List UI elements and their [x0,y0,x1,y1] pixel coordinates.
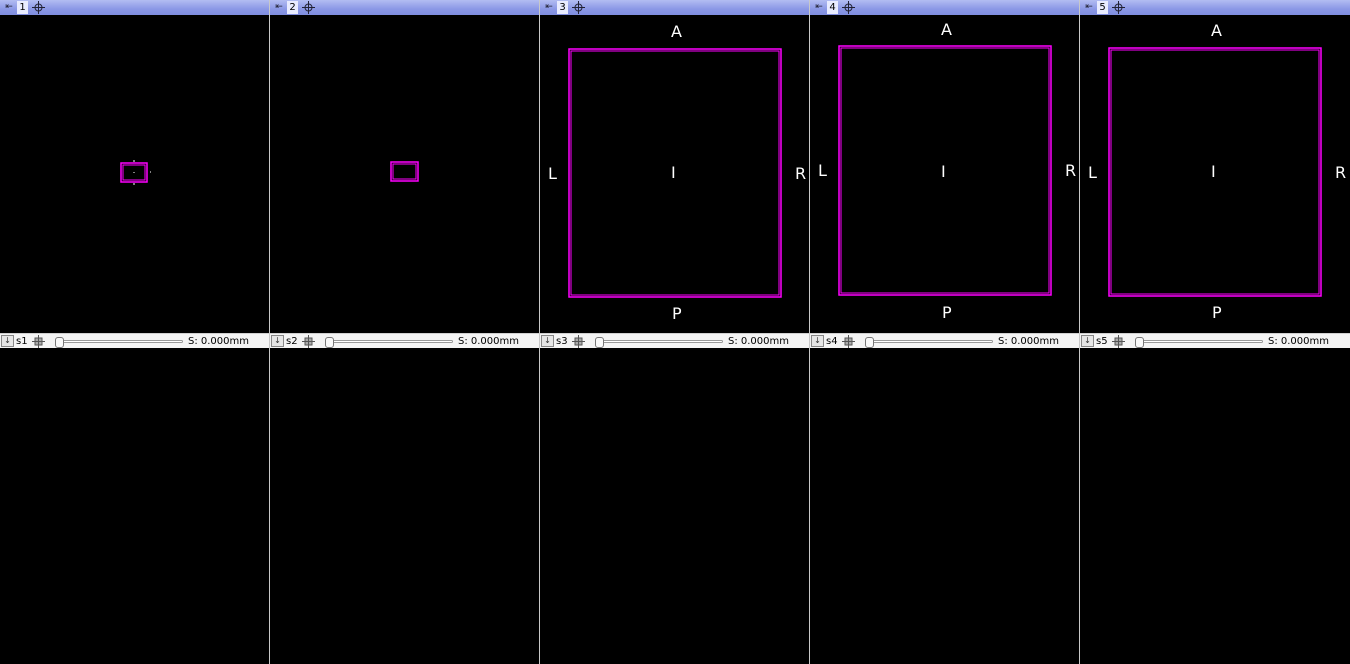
volume-outline [390,161,419,182]
crosshair-icon[interactable] [1112,1,1125,14]
panel-titlebar: ⇤ 2 [270,0,539,15]
slice-controller: ↓ s1 S: 0.000mm [0,333,269,348]
panel-titlebar: ⇤ 3 [540,0,809,15]
panel-number: 1 [17,1,28,14]
orientation-label-left: L [548,164,557,183]
link-icon[interactable] [1112,335,1125,348]
slice-panel-3: ⇤ 3 A P L R I ↓ s3 S: 0.000mm [540,0,809,664]
panel-number: 5 [1097,1,1108,14]
panel-titlebar: ⇤ 4 [810,0,1079,15]
orientation-label-right: R [1335,163,1347,182]
volume-outline-inner [392,163,417,180]
slice-controller: ↓ s4 S: 0.000mm [810,333,1079,348]
pin-icon[interactable]: ↓ [811,335,824,347]
crosshair-icon[interactable] [572,1,585,14]
orientation-label-center: I [671,163,676,182]
pin-icon[interactable]: ↓ [271,335,284,347]
link-icon[interactable] [32,335,45,348]
link-icon[interactable] [572,335,585,348]
slice-offset-slider[interactable] [1135,337,1263,348]
slice-controller: ↓ s3 S: 0.000mm [540,333,809,348]
slice-view[interactable] [270,15,539,333]
3d-view[interactable] [270,348,539,664]
slice-offset-value: S: 0.000mm [188,336,250,347]
orientation-label-top: A [941,20,952,39]
slice-offset-slider[interactable] [325,337,453,348]
slice-name: s4 [826,336,838,347]
slice-offset-slider[interactable] [55,337,183,348]
slice-view[interactable] [0,15,269,333]
slice-view[interactable]: A P L R I [1080,15,1350,333]
orientation-label-right: R [1065,161,1077,180]
link-icon[interactable] [302,335,315,348]
slice-offset-value: S: 0.000mm [728,336,790,347]
orientation-label-bottom: P [942,303,952,322]
orientation-label-center: I [1211,162,1216,181]
pin-icon[interactable]: ⇤ [543,2,555,13]
crosshair-icon[interactable] [302,1,315,14]
slice-controller: ↓ s5 S: 0.000mm [1080,333,1350,348]
slice-name: s1 [16,336,28,347]
slice-panel-2: ⇤ 2 ↓ s2 S: 0.000mm [270,0,539,664]
pin-icon[interactable]: ⇤ [813,2,825,13]
slice-name: s2 [286,336,298,347]
slider-thumb[interactable] [865,337,874,348]
orientation-label-bottom: P [672,304,682,323]
slider-thumb[interactable] [325,337,334,348]
panel-number: 3 [557,1,568,14]
panel-titlebar: ⇤ 1 [0,0,269,15]
3d-view[interactable] [540,348,809,664]
slice-offset-value: S: 0.000mm [998,336,1060,347]
slice-offset-value: S: 0.000mm [1268,336,1330,347]
panel-titlebar: ⇤ 5 [1080,0,1350,15]
3d-view[interactable] [810,348,1079,664]
slider-thumb[interactable] [595,337,604,348]
slice-panel-5: ⇤ 5 A P L R I ↓ s5 S: 0.000mm [1080,0,1350,664]
slice-panel-4: ⇤ 4 A P L R I ↓ s4 S: 0.000mm [810,0,1079,664]
3d-view[interactable] [1080,348,1350,664]
panel-number: 2 [287,1,298,14]
slice-panel-1: ⇤ 1 ↓ s1 S: 0.000mm [0,0,269,664]
slider-thumb[interactable] [1135,337,1144,348]
slice-offset-slider[interactable] [865,337,993,348]
crosshair-icon[interactable] [32,1,45,14]
pin-icon[interactable]: ⇤ [3,2,15,13]
slice-controller: ↓ s2 S: 0.000mm [270,333,539,348]
slice-offset-slider[interactable] [595,337,723,348]
orientation-label-left: L [818,161,827,180]
orientation-label-top: A [671,22,682,41]
slice-view[interactable]: A P L R I [810,15,1079,333]
3d-view[interactable] [0,348,269,664]
pin-icon[interactable]: ⇤ [1083,2,1095,13]
orientation-label-right: R [795,164,807,183]
orientation-label-top: A [1211,21,1222,40]
slider-thumb[interactable] [55,337,64,348]
slice-name: s5 [1096,336,1108,347]
pin-icon[interactable]: ↓ [1,335,14,347]
pin-icon[interactable]: ⇤ [273,2,285,13]
link-icon[interactable] [842,335,855,348]
orientation-label-bottom: P [1212,303,1222,322]
slice-offset-value: S: 0.000mm [458,336,520,347]
orientation-label-left: L [1088,163,1097,182]
orientation-label-center: I [941,162,946,181]
panel-number: 4 [827,1,838,14]
pin-icon[interactable]: ↓ [541,335,554,347]
slice-name: s3 [556,336,568,347]
slice-view[interactable]: A P L R I [540,15,809,333]
crosshair-icon[interactable] [842,1,855,14]
pin-icon[interactable]: ↓ [1081,335,1094,347]
